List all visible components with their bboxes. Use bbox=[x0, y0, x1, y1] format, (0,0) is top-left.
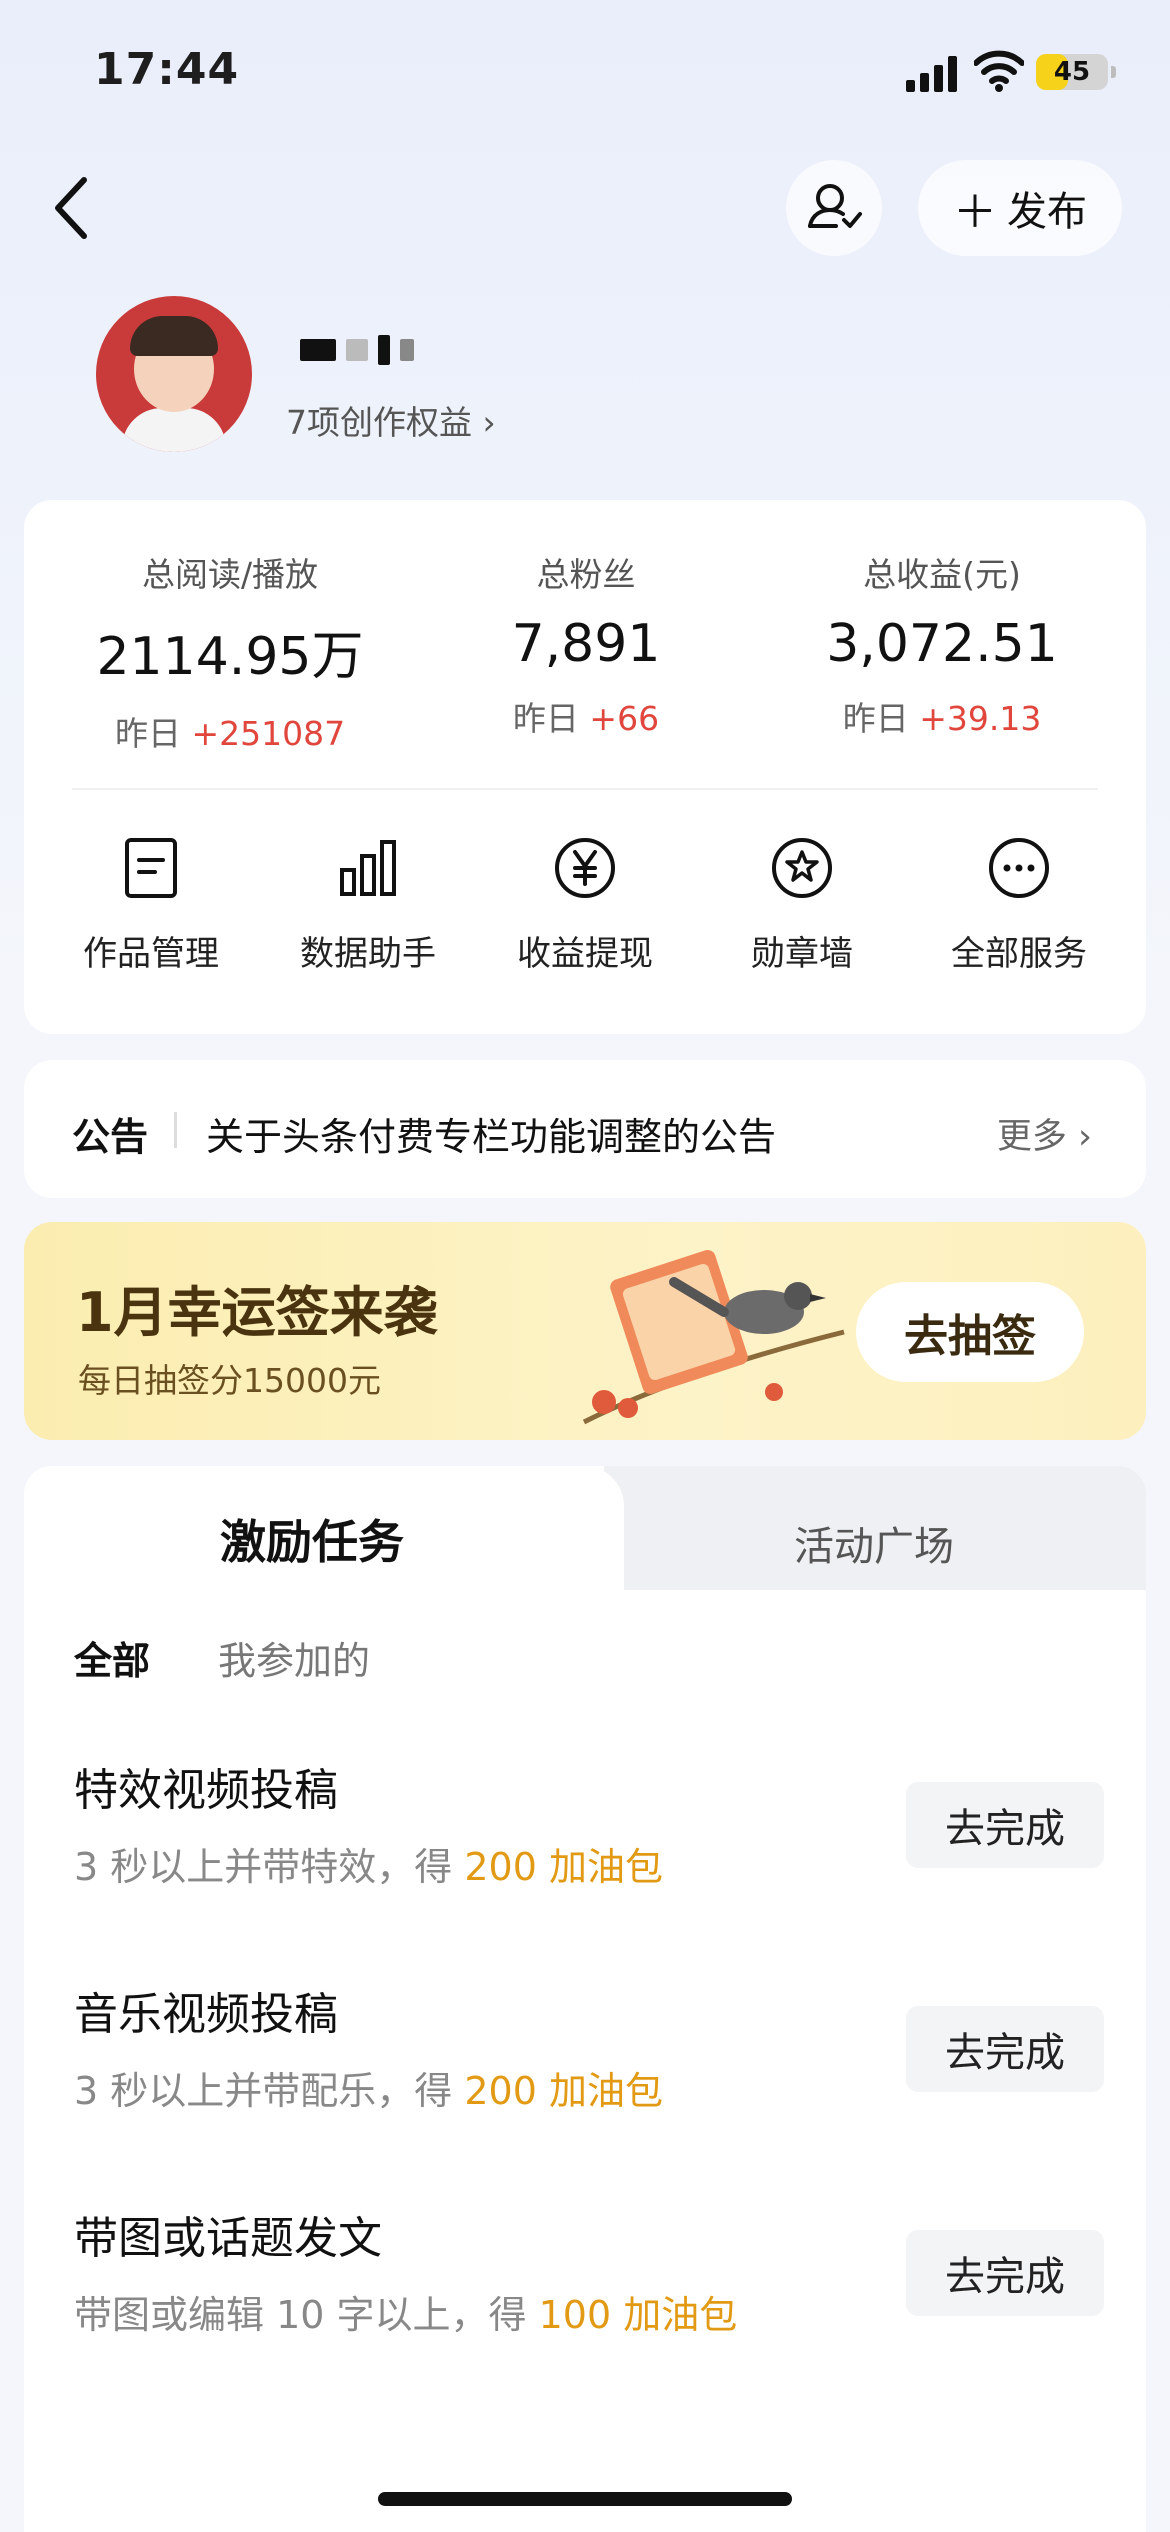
service-label: 全部服务 bbox=[951, 934, 1087, 974]
service-label: 作品管理 bbox=[83, 934, 219, 974]
task-reward: 200 加油包 bbox=[464, 1845, 663, 1889]
divider bbox=[174, 1112, 177, 1148]
task-item: 特效视频投稿 3 秒以上并带特效，得 200 加油包 去完成 bbox=[74, 1754, 1104, 1914]
badge-icon bbox=[772, 838, 832, 898]
banner-subtitle: 每日抽签分15000元 bbox=[78, 1361, 381, 1400]
username-redacted bbox=[300, 330, 414, 370]
complete-button[interactable]: 去完成 bbox=[906, 1782, 1104, 1868]
service-works-management[interactable]: 作品管理 bbox=[56, 836, 246, 975]
task-item: 音乐视频投稿 3 秒以上并带配乐，得 200 加油包 去完成 bbox=[74, 1978, 1104, 2138]
back-icon[interactable] bbox=[48, 172, 96, 244]
stats-card: 总阅读/播放 2114.95万 昨日 +251087 总粉丝 7,891 昨日 … bbox=[24, 500, 1146, 1034]
yday-value: +66 bbox=[589, 699, 660, 738]
service-badge-wall[interactable]: 勋章墙 bbox=[707, 836, 897, 975]
stat-yesterday: 昨日 +66 bbox=[426, 692, 746, 740]
task-desc-text: 3 秒以上并带特效，得 bbox=[74, 1845, 465, 1889]
tab-incentive-tasks[interactable]: 激励任务 bbox=[24, 1466, 624, 1590]
stat-value: 2114.95万 bbox=[96, 627, 364, 687]
document-icon bbox=[125, 838, 177, 898]
publish-label: 发布 bbox=[1007, 189, 1087, 235]
announcement-more-link[interactable]: 更多 › bbox=[997, 1108, 1092, 1159]
task-reward: 200 加油包 bbox=[464, 2069, 663, 2113]
service-all[interactable]: 全部服务 bbox=[924, 836, 1114, 975]
user-follow-button[interactable] bbox=[786, 160, 882, 256]
battery-level: 45 bbox=[1053, 57, 1091, 87]
stat-income[interactable]: 总收益(元) 3,072.51 昨日 +39.13 bbox=[782, 548, 1102, 740]
task-desc-text: 3 秒以上并带配乐，得 bbox=[74, 2069, 465, 2113]
task-desc-text: 带图或编辑 10 字以上，得 bbox=[74, 2293, 539, 2337]
stat-yesterday: 昨日 +39.13 bbox=[782, 692, 1102, 740]
tab-activity-square[interactable]: 活动广场 bbox=[794, 1514, 954, 1572]
yday-prefix: 昨日 bbox=[114, 714, 192, 753]
complete-button[interactable]: 去完成 bbox=[906, 2230, 1104, 2316]
task-reward: 100 加油包 bbox=[538, 2293, 738, 2337]
banner-title: 1月幸运签来袭 bbox=[76, 1281, 438, 1344]
stat-label: 总粉丝 bbox=[536, 555, 636, 594]
task-panel: 激励任务 活动广场 全部 我参加的 特效视频投稿 3 秒以上并带特效，得 200… bbox=[24, 1466, 1146, 2532]
stat-value: 7,891 bbox=[511, 614, 661, 674]
battery-icon: 45 bbox=[1036, 54, 1116, 90]
yday-value: +39.13 bbox=[919, 699, 1042, 738]
status-time: 17:44 bbox=[94, 44, 240, 95]
filter-all[interactable]: 全部 bbox=[74, 1630, 150, 1685]
stat-label: 总收益(元) bbox=[863, 555, 1021, 594]
more-icon bbox=[989, 838, 1049, 898]
yday-prefix: 昨日 bbox=[512, 699, 590, 738]
avatar-hair bbox=[130, 316, 218, 356]
stat-label: 总阅读/播放 bbox=[141, 555, 319, 594]
service-withdraw[interactable]: 收益提现 bbox=[490, 836, 680, 975]
stat-fans[interactable]: 总粉丝 7,891 昨日 +66 bbox=[426, 548, 746, 740]
yday-value: +251087 bbox=[191, 714, 346, 753]
announcement-text[interactable]: 关于头条付费专栏功能调整的公告 bbox=[206, 1106, 776, 1161]
user-follow-icon bbox=[808, 184, 862, 228]
yen-icon bbox=[555, 838, 615, 898]
status-bar: 17:44 45 bbox=[0, 0, 1170, 150]
filter-joined[interactable]: 我参加的 bbox=[218, 1630, 370, 1685]
home-indicator[interactable] bbox=[378, 2492, 792, 2506]
plus-icon: ＋ bbox=[953, 187, 997, 238]
stat-reads[interactable]: 总阅读/播放 2114.95万 昨日 +251087 bbox=[70, 548, 390, 755]
announcement-tag: 公告 bbox=[72, 1115, 149, 1159]
announcement-bar[interactable]: 公告 关于头条付费专栏功能调整的公告 更多 › bbox=[24, 1060, 1146, 1198]
cellular-signal-icon bbox=[906, 56, 958, 92]
bar-chart-icon bbox=[340, 840, 396, 896]
service-data-assistant[interactable]: 数据助手 bbox=[273, 836, 463, 975]
draw-button[interactable]: 去抽签 bbox=[856, 1282, 1084, 1382]
stat-yesterday: 昨日 +251087 bbox=[70, 707, 390, 755]
stat-value: 3,072.51 bbox=[826, 614, 1058, 674]
publish-button[interactable]: ＋ 发布 bbox=[918, 160, 1122, 256]
complete-button[interactable]: 去完成 bbox=[906, 2006, 1104, 2092]
task-item: 带图或话题发文 带图或编辑 10 字以上，得 100 加油包 去完成 bbox=[74, 2202, 1104, 2362]
divider bbox=[72, 788, 1098, 790]
lucky-draw-banner[interactable]: 1月幸运签来袭 每日抽签分15000元 去抽签 bbox=[24, 1222, 1146, 1440]
wifi-icon bbox=[974, 50, 1024, 92]
service-label: 数据助手 bbox=[300, 934, 436, 974]
creator-rights-link[interactable]: 7项创作权益 › bbox=[286, 396, 496, 444]
service-label: 勋章墙 bbox=[751, 934, 853, 974]
avatar-shirt bbox=[122, 408, 226, 452]
magpie-illustration bbox=[582, 1250, 845, 1425]
yday-prefix: 昨日 bbox=[842, 699, 920, 738]
avatar[interactable] bbox=[96, 296, 252, 452]
tab-label: 激励任务 bbox=[220, 1515, 404, 1569]
service-label: 收益提现 bbox=[517, 934, 653, 974]
